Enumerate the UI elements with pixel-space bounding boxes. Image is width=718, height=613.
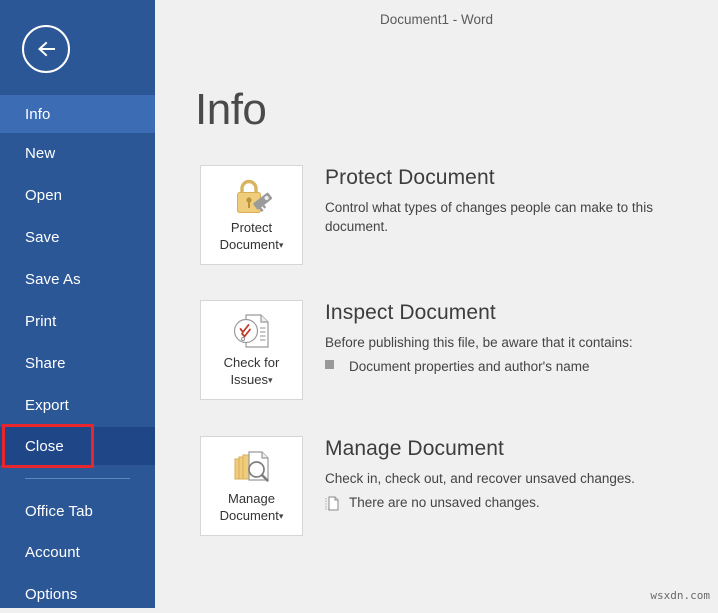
sidebar-item-label: Office Tab bbox=[25, 502, 93, 520]
sidebar-item-label: Print bbox=[25, 312, 57, 330]
sidebar-item-close[interactable]: Close bbox=[0, 427, 155, 465]
check-for-issues-button-label: Check for Issues▾ bbox=[201, 354, 302, 389]
manage-document-body: Manage Document Check in, check out, and… bbox=[325, 436, 710, 512]
watermark: wsxdn.com bbox=[650, 589, 710, 602]
sidebar-item-label: Save As bbox=[25, 270, 81, 288]
protect-document-button[interactable]: Protect Document▾ bbox=[200, 165, 303, 265]
sidebar-item-share[interactable]: Share bbox=[0, 344, 155, 382]
section-description: Check in, check out, and recover unsaved… bbox=[325, 471, 635, 486]
sidebar-item-label: Share bbox=[25, 354, 66, 372]
backstage-sidebar: Info New Open Save Save As Print Share E… bbox=[0, 0, 155, 608]
btn-line1: Protect bbox=[230, 220, 273, 235]
square-bullet-icon bbox=[325, 357, 349, 369]
section-title: Manage Document bbox=[325, 437, 504, 460]
document-inspect-icon bbox=[229, 310, 275, 352]
btn-line2: Document bbox=[219, 237, 279, 252]
btn-line2: Issues bbox=[230, 372, 269, 387]
inspect-bullet-row: Document properties and author's name bbox=[325, 357, 710, 376]
sidebar-item-label: New bbox=[25, 144, 56, 162]
sidebar-item-label: Export bbox=[25, 396, 69, 414]
manage-document-button-label: Manage Document▾ bbox=[201, 490, 302, 525]
sidebar-item-label: Close bbox=[25, 437, 64, 455]
section-protect-document: Protect Document▾ Protect Document Contr… bbox=[200, 165, 710, 270]
section-manage-document: Manage Document▾ Manage Document Check i… bbox=[200, 436, 710, 541]
section-description: Control what types of changes people can… bbox=[325, 200, 653, 234]
unsaved-file-icon bbox=[325, 493, 349, 511]
protect-document-body: Protect Document Control what types of c… bbox=[325, 165, 710, 236]
sidebar-item-label: Options bbox=[25, 585, 78, 603]
sidebar-item-save[interactable]: Save bbox=[0, 218, 155, 256]
manage-bullet-row: There are no unsaved changes. bbox=[325, 493, 710, 512]
sidebar-item-export[interactable]: Export bbox=[0, 386, 155, 424]
sidebar-item-print[interactable]: Print bbox=[0, 302, 155, 340]
section-description: Before publishing this file, be aware th… bbox=[325, 335, 633, 350]
page-title: Info bbox=[195, 85, 267, 134]
sidebar-item-label: Info bbox=[25, 105, 51, 123]
btn-line2: Document bbox=[219, 508, 279, 523]
sidebar-item-open[interactable]: Open bbox=[0, 176, 155, 214]
sidebar-item-office-tab[interactable]: Office Tab bbox=[0, 492, 155, 530]
section-title: Inspect Document bbox=[325, 301, 496, 324]
sidebar-item-account[interactable]: Account bbox=[0, 533, 155, 571]
padlock-key-icon bbox=[229, 175, 275, 217]
sidebar-item-save-as[interactable]: Save As bbox=[0, 260, 155, 298]
chevron-down-icon[interactable]: ▾ bbox=[268, 375, 273, 385]
sidebar-item-options[interactable]: Options bbox=[0, 575, 155, 613]
chevron-down-icon[interactable]: ▾ bbox=[279, 240, 284, 250]
section-title: Protect Document bbox=[325, 166, 495, 189]
section-inspect-document: Check for Issues▾ Inspect Document Befor… bbox=[200, 300, 710, 405]
info-pane: Document1 - Word Info Protect Document▾ … bbox=[155, 0, 718, 608]
inspect-document-body: Inspect Document Before publishing this … bbox=[325, 300, 710, 376]
btn-line1: Manage bbox=[228, 491, 275, 506]
bullet-text: There are no unsaved changes. bbox=[349, 495, 540, 510]
manage-document-button[interactable]: Manage Document▾ bbox=[200, 436, 303, 536]
sidebar-item-new[interactable]: New bbox=[0, 134, 155, 172]
sidebar-divider bbox=[25, 478, 130, 479]
check-for-issues-button[interactable]: Check for Issues▾ bbox=[200, 300, 303, 400]
btn-line1: Check for bbox=[223, 355, 280, 370]
sidebar-item-label: Save bbox=[25, 228, 60, 246]
window-title: Document1 - Word bbox=[379, 12, 494, 27]
chevron-down-icon[interactable]: ▾ bbox=[279, 511, 284, 521]
back-arrow-icon bbox=[34, 37, 58, 61]
sidebar-item-info[interactable]: Info bbox=[0, 95, 155, 133]
protect-document-button-label: Protect Document▾ bbox=[201, 219, 302, 254]
back-button[interactable] bbox=[22, 25, 70, 73]
sidebar-item-label: Account bbox=[25, 543, 80, 561]
manage-documents-icon bbox=[229, 446, 275, 488]
sidebar-item-label: Open bbox=[25, 186, 63, 204]
bullet-text: Document properties and author's name bbox=[349, 359, 590, 374]
